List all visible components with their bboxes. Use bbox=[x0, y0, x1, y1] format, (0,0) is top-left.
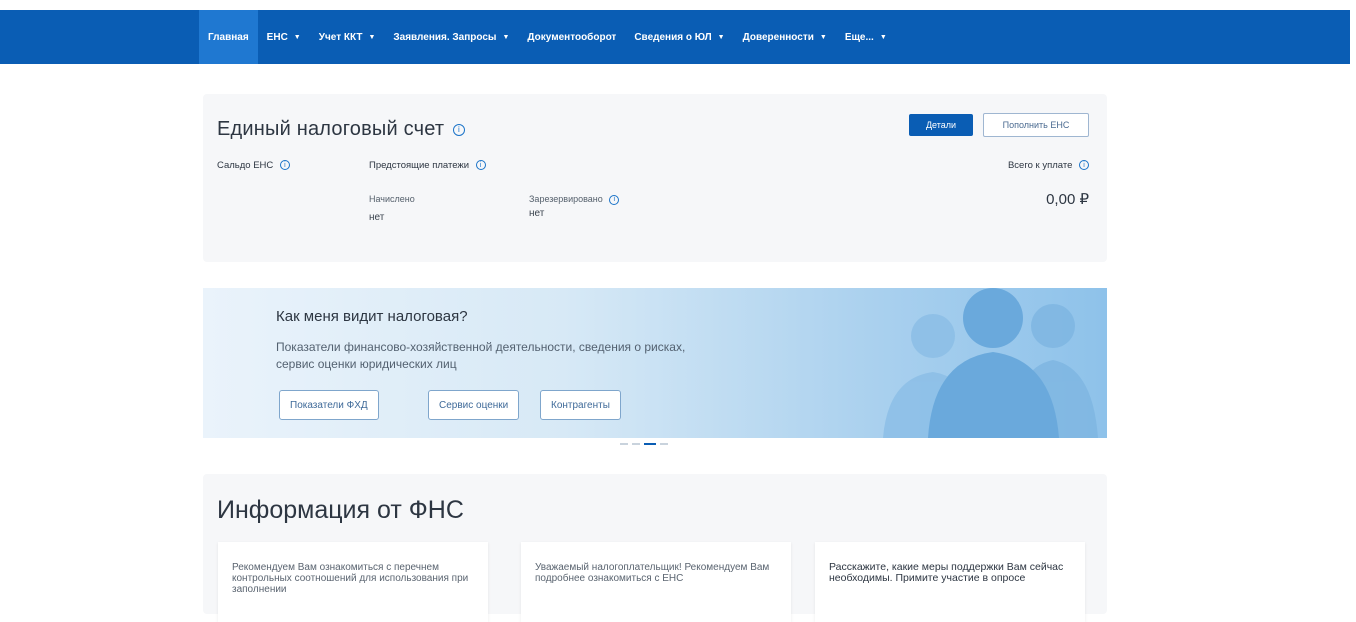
chevron-down-icon: ▼ bbox=[879, 33, 887, 41]
nav-item-label: Еще... bbox=[844, 31, 874, 43]
chevron-down-icon: ▼ bbox=[368, 33, 376, 41]
saldo-label-text: Сальдо ЕНС bbox=[217, 160, 274, 171]
chevron-down-icon: ▼ bbox=[819, 33, 827, 41]
details-button[interactable]: Детали bbox=[909, 114, 973, 136]
chevron-down-icon: ▼ bbox=[717, 33, 725, 41]
carousel-dot[interactable] bbox=[660, 443, 668, 445]
nav-item-label: Сведения о ЮЛ bbox=[634, 31, 712, 43]
ens-card: Единый налоговый счет i Детали Пополнить… bbox=[203, 94, 1107, 262]
banner-text: Показатели финансово-хозяйственной деяте… bbox=[276, 340, 686, 371]
saldo-label: Сальдо ЕНС i bbox=[217, 160, 290, 171]
nav-item-ens[interactable]: ЕНС ▼ bbox=[258, 10, 310, 64]
accrued-value: нет bbox=[369, 212, 385, 223]
chevron-down-icon: ▼ bbox=[502, 33, 510, 41]
info-circle-icon[interactable]: i bbox=[609, 194, 620, 205]
news-card[interactable]: Уважаемый налогоплательщик! Рекомендуем … bbox=[521, 542, 791, 622]
nav-item-more[interactable]: Еще... ▼ bbox=[836, 10, 896, 64]
total-due-text: Всего к уплате bbox=[1007, 160, 1073, 171]
info-circle-icon[interactable]: i bbox=[279, 160, 290, 171]
section-title: Информация от ФНС bbox=[217, 496, 464, 524]
nav-item-kkt[interactable]: Учет ККТ ▼ bbox=[310, 10, 385, 64]
promo-banner: Как меня видит налоговая? Показатели фин… bbox=[203, 288, 1107, 438]
carousel-dot[interactable] bbox=[620, 443, 628, 445]
top-navigation-bar: Главная ЕНС ▼ Учет ККТ ▼ Заявления. Запр… bbox=[0, 10, 1350, 64]
total-amount: 0,00 ₽ bbox=[1046, 191, 1089, 208]
info-circle-icon[interactable]: i bbox=[453, 123, 466, 136]
nav-item-label: ЕНС bbox=[266, 31, 288, 43]
banner-title: Как меня видит налоговая? bbox=[276, 308, 468, 325]
nav-item-company-info[interactable]: Сведения о ЮЛ ▼ bbox=[625, 10, 733, 64]
upcoming-payments-text: Предстоящие платежи bbox=[369, 160, 470, 171]
total-due-label: Всего к уплате i bbox=[1008, 160, 1089, 171]
ens-title-text: Единый налоговый счет bbox=[217, 118, 445, 140]
nav-item-power-of-attorney[interactable]: Доверенности ▼ bbox=[734, 10, 836, 64]
carousel-dot-active[interactable] bbox=[644, 443, 656, 445]
nav-item-label: Учет ККТ bbox=[318, 31, 363, 43]
ens-title: Единый налоговый счет i bbox=[217, 118, 466, 141]
carousel-dot[interactable] bbox=[632, 443, 640, 445]
topup-ens-button[interactable]: Пополнить ЕНС bbox=[983, 113, 1089, 137]
nav-item-main[interactable]: Главная bbox=[199, 10, 258, 64]
news-card-text: Рекомендуем Вам ознакомиться с перечнем … bbox=[232, 562, 469, 595]
people-silhouette-icon bbox=[883, 288, 1098, 438]
main-nav: Главная ЕНС ▼ Учет ККТ ▼ Заявления. Запр… bbox=[199, 10, 896, 64]
rating-service-button[interactable]: Сервис оценки bbox=[428, 390, 520, 420]
counterparties-button[interactable]: Контрагенты bbox=[540, 390, 621, 420]
carousel-pagination bbox=[620, 443, 668, 445]
fns-info-section: Информация от ФНС Рекомендуем Вам ознако… bbox=[203, 474, 1107, 622]
nav-item-label: Главная bbox=[208, 31, 249, 43]
info-circle-icon[interactable]: i bbox=[475, 160, 486, 171]
news-card-text: Расскажите, какие меры поддержки Вам сей… bbox=[829, 561, 1064, 584]
news-card-text: Уважаемый налогоплательщик! Рекомендуем … bbox=[535, 562, 770, 584]
reserved-label: Зарезервировано i bbox=[529, 194, 620, 205]
nav-item-docflow[interactable]: Документооборот bbox=[518, 10, 625, 64]
news-card[interactable]: Расскажите, какие меры поддержки Вам сей… bbox=[815, 542, 1085, 622]
nav-item-label: Доверенности bbox=[742, 31, 814, 43]
news-card[interactable]: Рекомендуем Вам ознакомиться с перечнем … bbox=[218, 542, 488, 622]
accrued-label: Начислено bbox=[369, 194, 415, 204]
reserved-label-text: Зарезервировано bbox=[529, 194, 603, 204]
nav-item-label: Заявления. Запросы bbox=[393, 31, 497, 43]
fhd-indicators-button[interactable]: Показатели ФХД bbox=[279, 390, 379, 420]
upcoming-payments-label: Предстоящие платежи i bbox=[369, 160, 486, 171]
nav-item-label: Документооборот bbox=[527, 31, 617, 43]
reserved-value: нет bbox=[529, 208, 545, 219]
nav-item-requests[interactable]: Заявления. Запросы ▼ bbox=[384, 10, 518, 64]
info-circle-icon[interactable]: i bbox=[1079, 160, 1089, 171]
chevron-down-icon: ▼ bbox=[293, 33, 301, 41]
